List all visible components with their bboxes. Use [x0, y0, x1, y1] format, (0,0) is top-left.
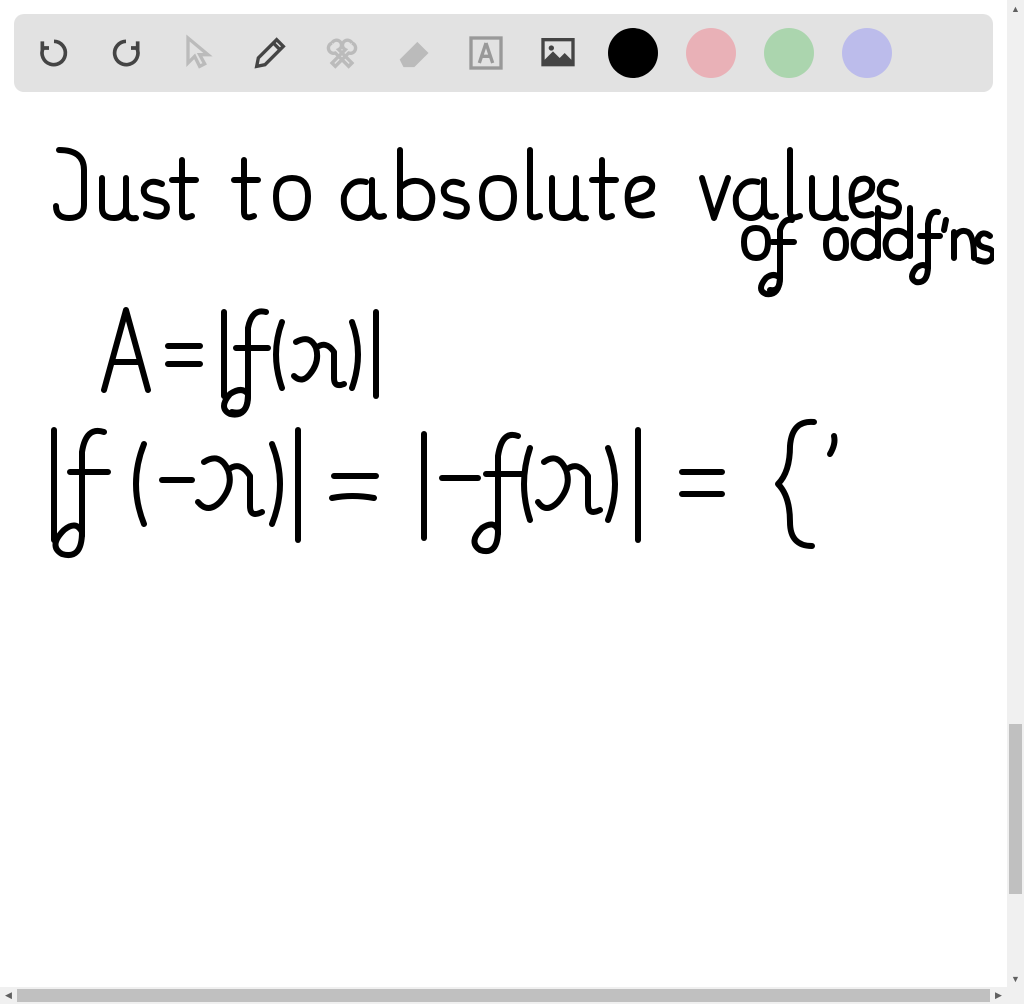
color-pink[interactable] [686, 28, 736, 78]
color-green[interactable] [764, 28, 814, 78]
text-button[interactable] [464, 31, 508, 75]
horizontal-scroll-thumb[interactable] [17, 989, 990, 1002]
scroll-down-arrow-icon[interactable]: ▼ [1007, 970, 1024, 987]
eraser-button[interactable] [392, 31, 436, 75]
redo-button[interactable] [104, 31, 148, 75]
scroll-left-arrow-icon[interactable]: ◀ [0, 987, 17, 1004]
toolbar [14, 14, 993, 92]
color-purple[interactable] [842, 28, 892, 78]
tools-button[interactable] [320, 31, 364, 75]
vertical-scroll-thumb[interactable] [1009, 724, 1022, 894]
vertical-scrollbar[interactable]: ▲ ▼ [1007, 0, 1024, 987]
app-container: Just to absolute values of odd f'ns A = … [0, 0, 1007, 987]
horizontal-scrollbar[interactable]: ◀ ▶ [0, 987, 1007, 1004]
undo-icon [34, 33, 74, 73]
wrench-icon [322, 33, 362, 73]
pen-button[interactable] [248, 31, 292, 75]
pointer-icon [178, 33, 218, 73]
canvas-area[interactable]: Just to absolute values of odd f'ns A = … [14, 100, 993, 987]
scroll-up-arrow-icon[interactable]: ▲ [1007, 0, 1024, 17]
undo-button[interactable] [32, 31, 76, 75]
scroll-right-arrow-icon[interactable]: ▶ [990, 987, 1007, 1004]
pen-icon [250, 33, 290, 73]
redo-icon [106, 33, 146, 73]
image-icon [538, 33, 578, 73]
pointer-button[interactable] [176, 31, 220, 75]
color-black[interactable] [608, 28, 658, 78]
text-icon [466, 33, 506, 73]
image-button[interactable] [536, 31, 580, 75]
eraser-icon [394, 33, 434, 73]
scroll-corner [1007, 987, 1024, 1004]
handwriting-canvas [14, 100, 994, 960]
